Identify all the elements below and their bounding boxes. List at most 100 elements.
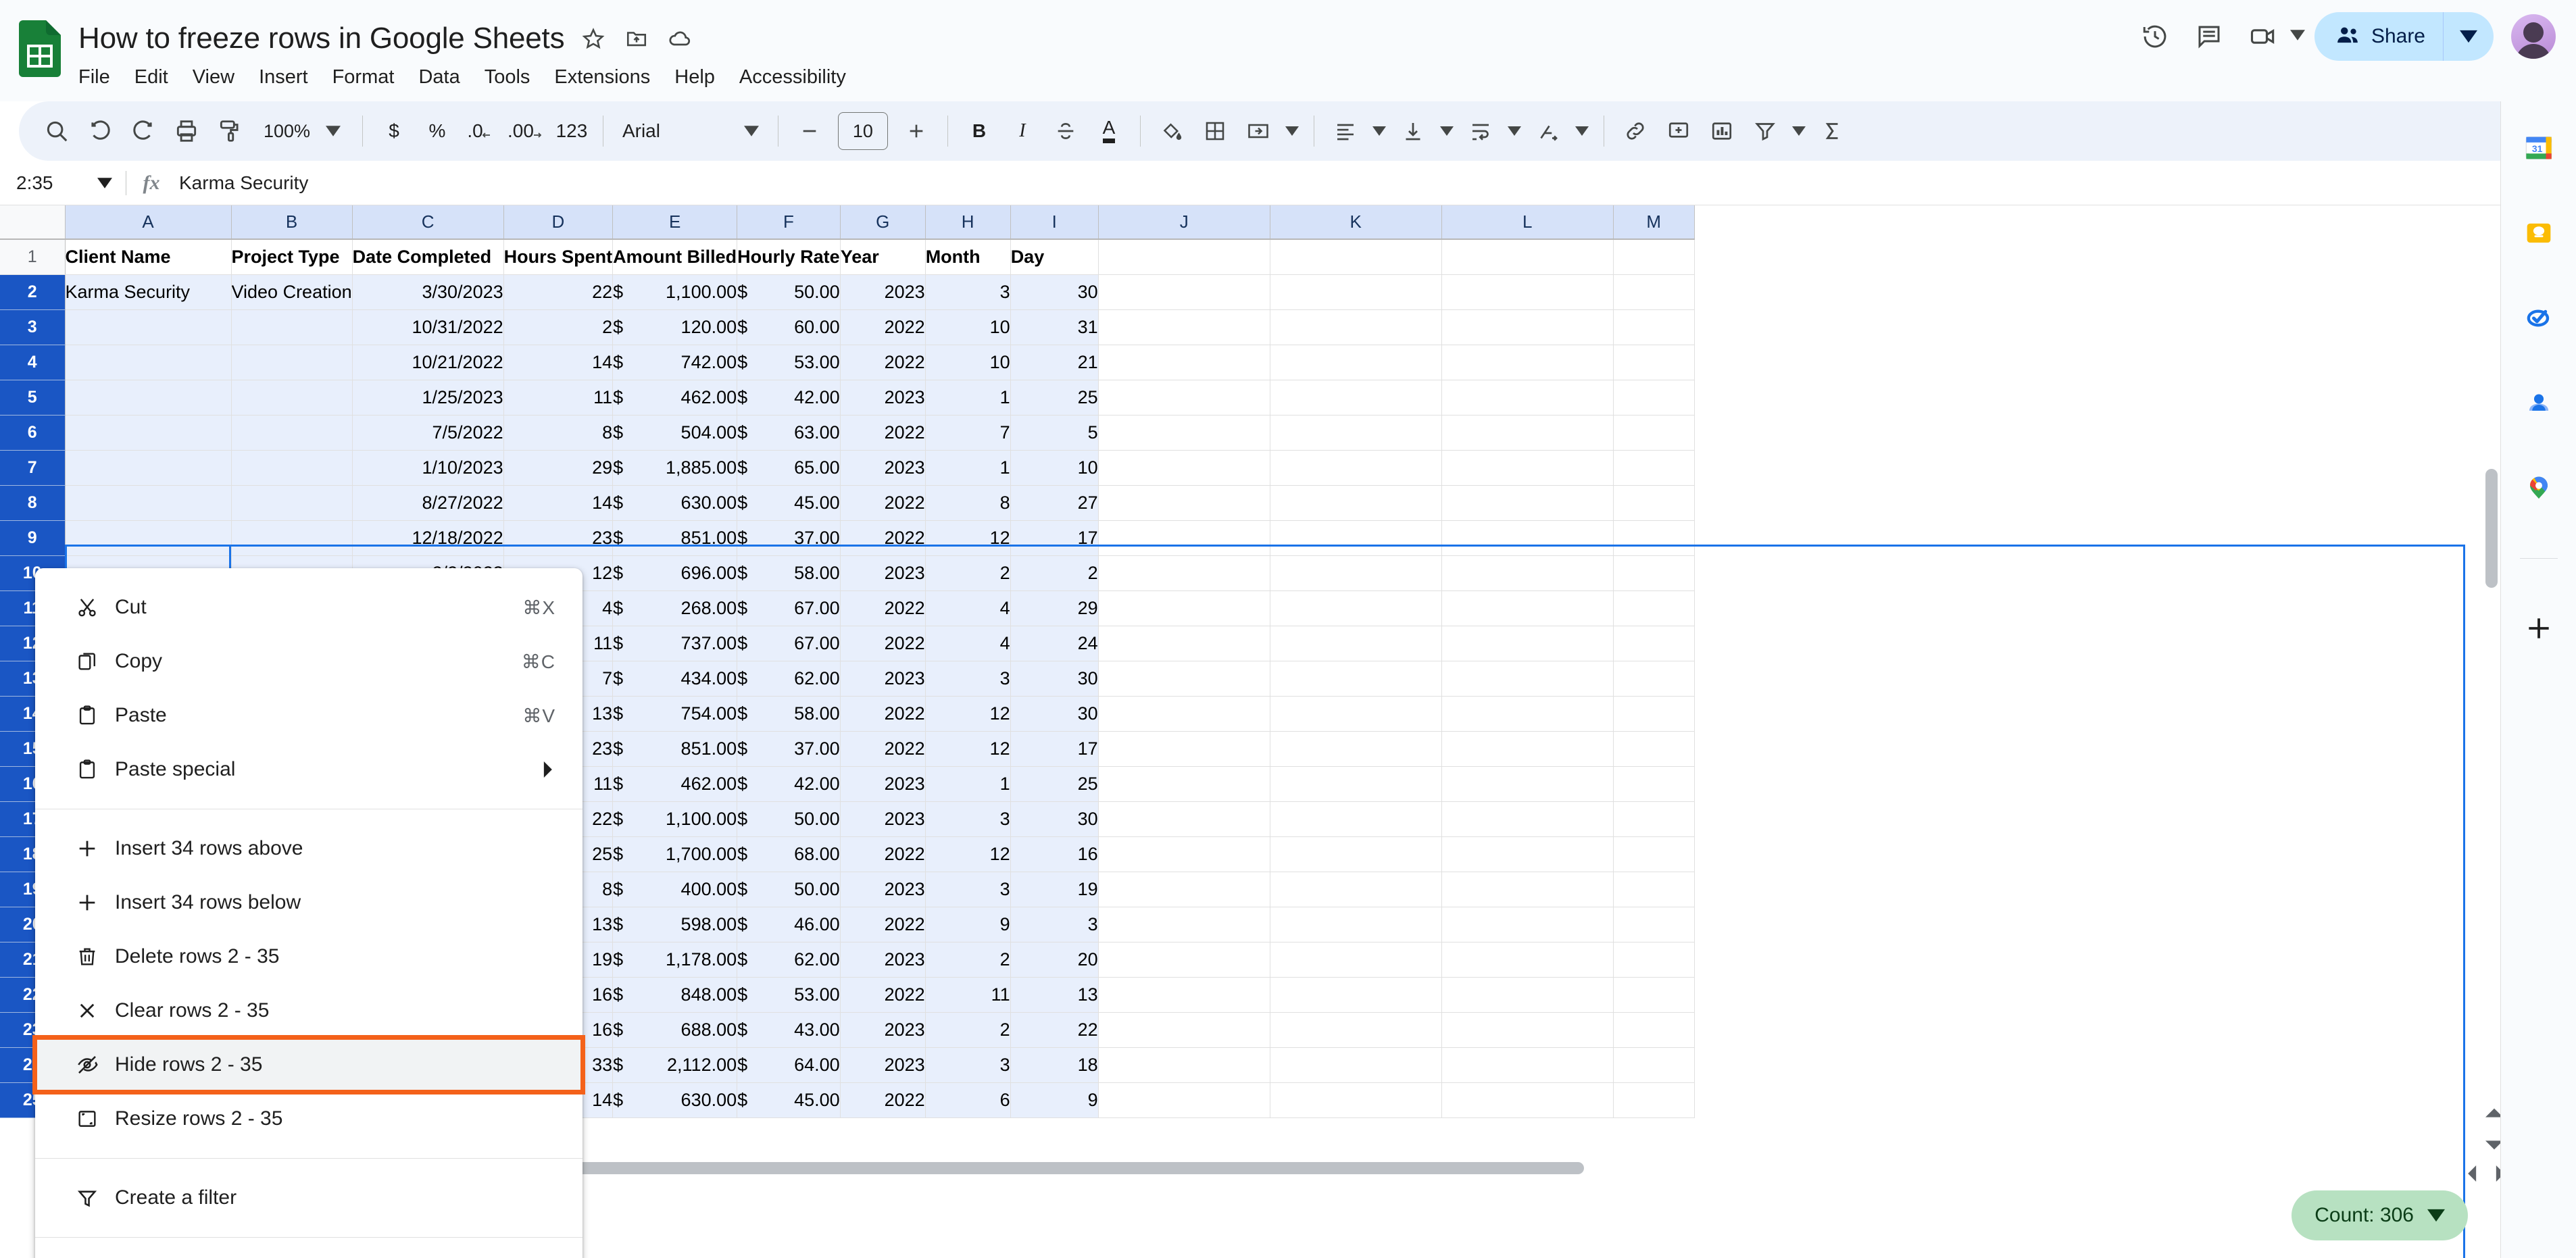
menu-item-create-a-filter[interactable]: Create a filter [35, 1171, 583, 1225]
empty-cell[interactable] [1270, 415, 1442, 451]
cell-amount-billed[interactable]: $268.00 [612, 590, 738, 626]
empty-cell[interactable] [1613, 977, 1695, 1013]
font-family-select[interactable]: Arial [613, 109, 768, 153]
empty-cell[interactable] [1098, 450, 1270, 486]
cell-client-name[interactable] [65, 520, 232, 556]
empty-cell[interactable] [1441, 1047, 1614, 1083]
cell-hourly-rate[interactable]: $64.00 [737, 1047, 841, 1083]
empty-cell[interactable] [1098, 977, 1270, 1013]
cell-hourly-rate[interactable]: $42.00 [737, 380, 841, 416]
cell-month[interactable]: 4 [925, 626, 1011, 661]
row-header-3[interactable]: 3 [0, 309, 66, 345]
empty-cell[interactable] [1270, 942, 1442, 978]
insert-comment-icon[interactable] [1657, 109, 1700, 153]
cell-month[interactable]: 3 [925, 274, 1011, 310]
cell-hourly-rate[interactable]: $45.00 [737, 1082, 841, 1118]
cell-day[interactable]: 13 [1010, 977, 1099, 1013]
cell-hourly-rate[interactable]: $58.00 [737, 696, 841, 732]
cell-hourly-rate[interactable]: $60.00 [737, 309, 841, 345]
cell-hourly-rate[interactable]: $43.00 [737, 1012, 841, 1048]
empty-cell[interactable] [1613, 274, 1695, 310]
empty-cell[interactable] [1270, 555, 1442, 591]
cell-year[interactable]: 2023 [840, 661, 926, 697]
cell-hourly-rate[interactable]: $63.00 [737, 415, 841, 451]
cell-year[interactable]: 2022 [840, 626, 926, 661]
empty-cell[interactable] [1098, 274, 1270, 310]
cell-month[interactable]: 12 [925, 731, 1011, 767]
cell-month[interactable]: 3 [925, 1047, 1011, 1083]
row-header-4[interactable]: 4 [0, 345, 66, 380]
empty-cell[interactable] [1613, 836, 1695, 872]
menu-file[interactable]: File [78, 62, 125, 93]
cell-hourly-rate[interactable]: $67.00 [737, 626, 841, 661]
empty-cell[interactable] [1098, 1082, 1270, 1118]
row-header-5[interactable]: 5 [0, 380, 66, 416]
scroll-left-icon[interactable] [2461, 1162, 2484, 1185]
column-header-B[interactable]: B [231, 205, 353, 240]
cell-amount-billed[interactable]: $848.00 [612, 977, 738, 1013]
italic-button[interactable]: I [1001, 109, 1044, 153]
cell-year[interactable]: 2023 [840, 1047, 926, 1083]
cell-hourly-rate[interactable]: $53.00 [737, 345, 841, 380]
cell-hours-spent[interactable]: 11 [503, 380, 614, 416]
cell-date-completed[interactable]: 12/18/2022 [352, 520, 504, 556]
filter-chevron-down-icon[interactable] [1787, 109, 1811, 153]
cell-amount-billed[interactable]: $1,885.00 [612, 450, 738, 486]
cell-day[interactable]: 30 [1010, 801, 1099, 837]
cell-hours-spent[interactable]: 22 [503, 274, 614, 310]
cell-project-type[interactable] [231, 345, 353, 380]
cell-month[interactable]: 3 [925, 801, 1011, 837]
cell-month[interactable]: 9 [925, 907, 1011, 942]
cell-project-type[interactable] [231, 485, 353, 521]
empty-cell[interactable] [1098, 661, 1270, 697]
empty-cell[interactable] [1441, 977, 1614, 1013]
empty-cell[interactable] [1441, 485, 1614, 521]
menu-view[interactable]: View [193, 62, 249, 93]
menu-item-resize-rows-2-35[interactable]: Resize rows 2 - 35 [35, 1092, 583, 1146]
empty-cell[interactable] [1270, 450, 1442, 486]
menu-tools[interactable]: Tools [485, 62, 545, 93]
vertical-align-icon[interactable] [1391, 109, 1435, 153]
menu-item-paste-special[interactable]: Paste special [35, 743, 583, 797]
cell-project-type[interactable] [231, 450, 353, 486]
empty-cell[interactable] [1270, 1012, 1442, 1048]
cell-month[interactable]: 4 [925, 590, 1011, 626]
cell-day[interactable]: 30 [1010, 661, 1099, 697]
add-ons-plus-icon[interactable] [2518, 607, 2560, 649]
empty-cell[interactable] [1098, 942, 1270, 978]
version-history-icon[interactable] [2131, 12, 2179, 61]
empty-cell[interactable] [1270, 274, 1442, 310]
empty-cell[interactable] [1441, 590, 1614, 626]
empty-cell[interactable] [1441, 239, 1614, 275]
empty-cell[interactable] [1098, 485, 1270, 521]
empty-cell[interactable] [1270, 380, 1442, 416]
empty-cell[interactable] [1441, 942, 1614, 978]
cell-month[interactable]: 10 [925, 345, 1011, 380]
cell-hourly-rate[interactable]: $50.00 [737, 274, 841, 310]
column-header-D[interactable]: D [503, 205, 614, 240]
empty-cell[interactable] [1441, 1012, 1614, 1048]
cell-date-completed[interactable]: 7/5/2022 [352, 415, 504, 451]
cell-hours-spent[interactable]: 14 [503, 485, 614, 521]
empty-cell[interactable] [1270, 485, 1442, 521]
empty-cell[interactable] [1613, 766, 1695, 802]
text-color-button[interactable]: A [1087, 109, 1131, 153]
empty-cell[interactable] [1441, 1082, 1614, 1118]
header-cell[interactable]: Hours Spent [503, 239, 614, 275]
cell-year[interactable]: 2023 [840, 274, 926, 310]
cell-day[interactable]: 25 [1010, 380, 1099, 416]
cell-hourly-rate[interactable]: $46.00 [737, 907, 841, 942]
empty-cell[interactable] [1441, 907, 1614, 942]
empty-cell[interactable] [1098, 731, 1270, 767]
menu-help[interactable]: Help [674, 62, 730, 93]
decrease-font-size-button[interactable] [788, 109, 831, 153]
cell-year[interactable]: 2023 [840, 380, 926, 416]
column-header-L[interactable]: L [1441, 205, 1614, 240]
row-header-7[interactable]: 7 [0, 450, 66, 486]
cell-day[interactable]: 25 [1010, 766, 1099, 802]
cell-year[interactable]: 2023 [840, 801, 926, 837]
empty-cell[interactable] [1441, 309, 1614, 345]
cell-amount-billed[interactable]: $742.00 [612, 345, 738, 380]
column-header-H[interactable]: H [925, 205, 1011, 240]
empty-cell[interactable] [1098, 555, 1270, 591]
